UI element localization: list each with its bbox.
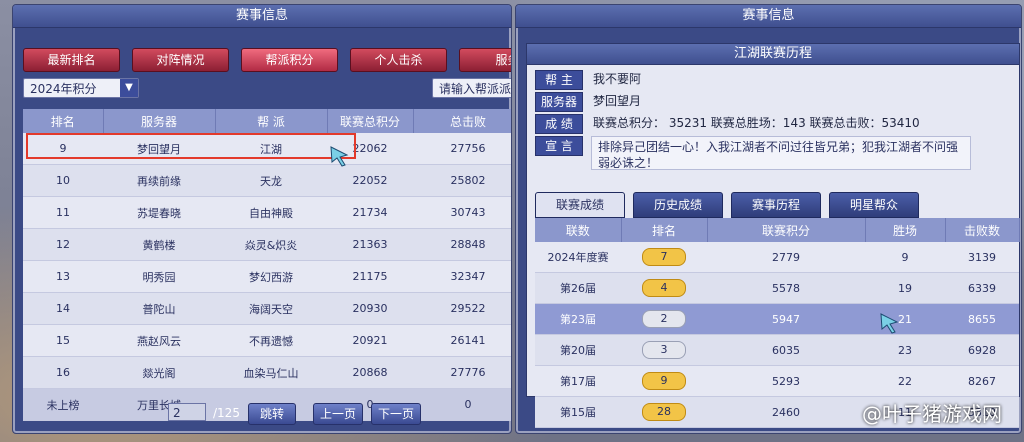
- category-tabs: 最新排名 对阵情况 帮派积分 个人击杀 服务: [23, 48, 511, 72]
- page-total: /125: [213, 406, 240, 420]
- declaration-text: 排除异己团结一心！入我江湖者不问过往皆兄弟；犯我江湖者不问强弱必诛之！: [591, 136, 971, 170]
- table-header: 联数 排名 联赛积分 胜场 击败数: [535, 218, 1020, 242]
- table-row[interactable]: 第26届 4 5578 19 6339: [535, 272, 1019, 304]
- tab-guild-points[interactable]: 帮派积分: [241, 48, 338, 72]
- tab-matchups[interactable]: 对阵情况: [132, 48, 229, 72]
- col-rank: 排名: [621, 218, 708, 242]
- table-row-selected[interactable]: 第23届 2 5947 21 8655: [535, 303, 1019, 335]
- league-history-window: 江湖联赛历程 帮 主 我不要阿 服务器 梦回望月 成 绩 联赛总积分： 3523…: [526, 43, 1020, 428]
- tab-server[interactable]: 服务: [459, 48, 511, 72]
- jump-button[interactable]: 跳转: [248, 403, 296, 425]
- score-value: 联赛总积分： 35231 联赛总胜场：143 联赛总击败：53410: [593, 116, 920, 130]
- event-info-panel: 赛事信息 最新排名 对阵情况 帮派积分 个人击杀 服务 2024年积分 ▼ 请输…: [12, 4, 512, 434]
- panel-title: 赛事信息: [13, 5, 511, 28]
- rank-badge: 3: [642, 341, 686, 359]
- season-select-value: 2024年积分: [30, 82, 97, 96]
- declaration-row: 宣 言: [535, 136, 583, 156]
- col-wins: 胜场: [865, 218, 946, 242]
- page-number-input[interactable]: 2: [168, 403, 206, 421]
- rank-badge: 28: [642, 403, 686, 421]
- season-select[interactable]: 2024年积分 ▼: [23, 78, 139, 98]
- table-row[interactable]: 第20届 3 6035 23 6928: [535, 334, 1019, 366]
- next-page-button[interactable]: 下一页: [371, 403, 421, 425]
- leader-value: 我不要阿: [593, 72, 642, 86]
- tab-league-results[interactable]: 联赛成绩: [535, 192, 625, 218]
- table-row[interactable]: 9 梦回望月 江湖 22062 27756: [23, 133, 511, 165]
- tab-event-history[interactable]: 赛事历程: [731, 192, 821, 218]
- table-row[interactable]: 11 苏堤春晓 自由神殿 21734 30743: [23, 196, 511, 229]
- col-server[interactable]: 服务器: [103, 109, 216, 133]
- table-row[interactable]: 10 再续前缘 天龙 22052 25802: [23, 164, 511, 197]
- score-label: 成 绩: [535, 114, 583, 134]
- col-rank[interactable]: 排名: [23, 109, 104, 133]
- server-value: 梦回望月: [593, 94, 642, 108]
- col-points: 联赛积分: [707, 218, 866, 242]
- table-header: 排名 服务器 帮 派 联赛总积分 总击败: [23, 109, 511, 133]
- leader-label: 帮 主: [535, 70, 583, 90]
- table-row[interactable]: 14 普陀山 海阔天空 20930 29522: [23, 292, 511, 325]
- panel-title: 赛事信息: [516, 5, 1021, 28]
- league-results-table: 联数 排名 联赛积分 胜场 击败数 2024年度赛 7 2779 9 3139 第26届…: [535, 218, 1020, 428]
- pagination: 2 /125 跳转 上一页 下一页: [13, 403, 511, 425]
- prev-page-button[interactable]: 上一页: [313, 403, 363, 425]
- table-row[interactable]: 2024年度赛 7 2779 9 3139: [535, 242, 1019, 273]
- tab-history-results[interactable]: 历史成绩: [633, 192, 723, 218]
- table-row[interactable]: 12 黄鹤楼 焱灵&炽炎 21363 28848: [23, 228, 511, 261]
- tab-star-members[interactable]: 明星帮众: [829, 192, 919, 218]
- leader-row: 帮 主 我不要阿: [535, 70, 641, 90]
- rank-badge: 7: [642, 248, 686, 266]
- tab-latest-ranking[interactable]: 最新排名: [23, 48, 120, 72]
- history-tabs: 联赛成绩 历史成绩 赛事历程 明星帮众: [535, 192, 919, 218]
- score-row: 成 绩 联赛总积分： 35231 联赛总胜场：143 联赛总击败：53410: [535, 114, 920, 134]
- server-label: 服务器: [535, 92, 583, 112]
- declaration-label: 宣 言: [535, 136, 583, 156]
- table-row[interactable]: 13 明秀园 梦幻西游 21175 32347: [23, 260, 511, 293]
- league-history-panel: 赛事信息 江湖联赛历程 帮 主 我不要阿 服务器 梦回望月 成 绩 联赛总积分：…: [515, 4, 1022, 434]
- server-row: 服务器 梦回望月: [535, 92, 641, 112]
- table-row[interactable]: 第17届 9 5293 22 8267: [535, 365, 1019, 397]
- chevron-down-icon[interactable]: ▼: [120, 79, 138, 97]
- rank-badge: 9: [642, 372, 686, 390]
- guild-ranking-table: 排名 服务器 帮 派 联赛总积分 总击败 9 梦回望月 江湖 22062 27756 1…: [23, 109, 511, 421]
- table-row[interactable]: 16 燚光阁 血染马仁山 20868 27776: [23, 356, 511, 389]
- col-season: 联数: [535, 218, 622, 242]
- col-total-points[interactable]: 联赛总积分: [327, 109, 414, 133]
- subpanel-title: 江湖联赛历程: [527, 44, 1019, 65]
- col-total-kills[interactable]: 总击败: [413, 109, 511, 133]
- col-kills: 击败数: [945, 218, 1020, 242]
- cursor-icon: [880, 313, 899, 334]
- rank-badge: 2: [642, 310, 686, 328]
- rank-badge: 4: [642, 279, 686, 297]
- table-row[interactable]: 15 燕赵风云 不再遗憾 20921 26141: [23, 324, 511, 357]
- col-guild[interactable]: 帮 派: [215, 109, 328, 133]
- guild-search-input[interactable]: 请输入帮派派: [432, 78, 511, 98]
- cursor-icon: [330, 146, 349, 167]
- tab-personal-kills[interactable]: 个人击杀: [350, 48, 447, 72]
- watermark: @叶子猪游戏网: [862, 402, 1002, 426]
